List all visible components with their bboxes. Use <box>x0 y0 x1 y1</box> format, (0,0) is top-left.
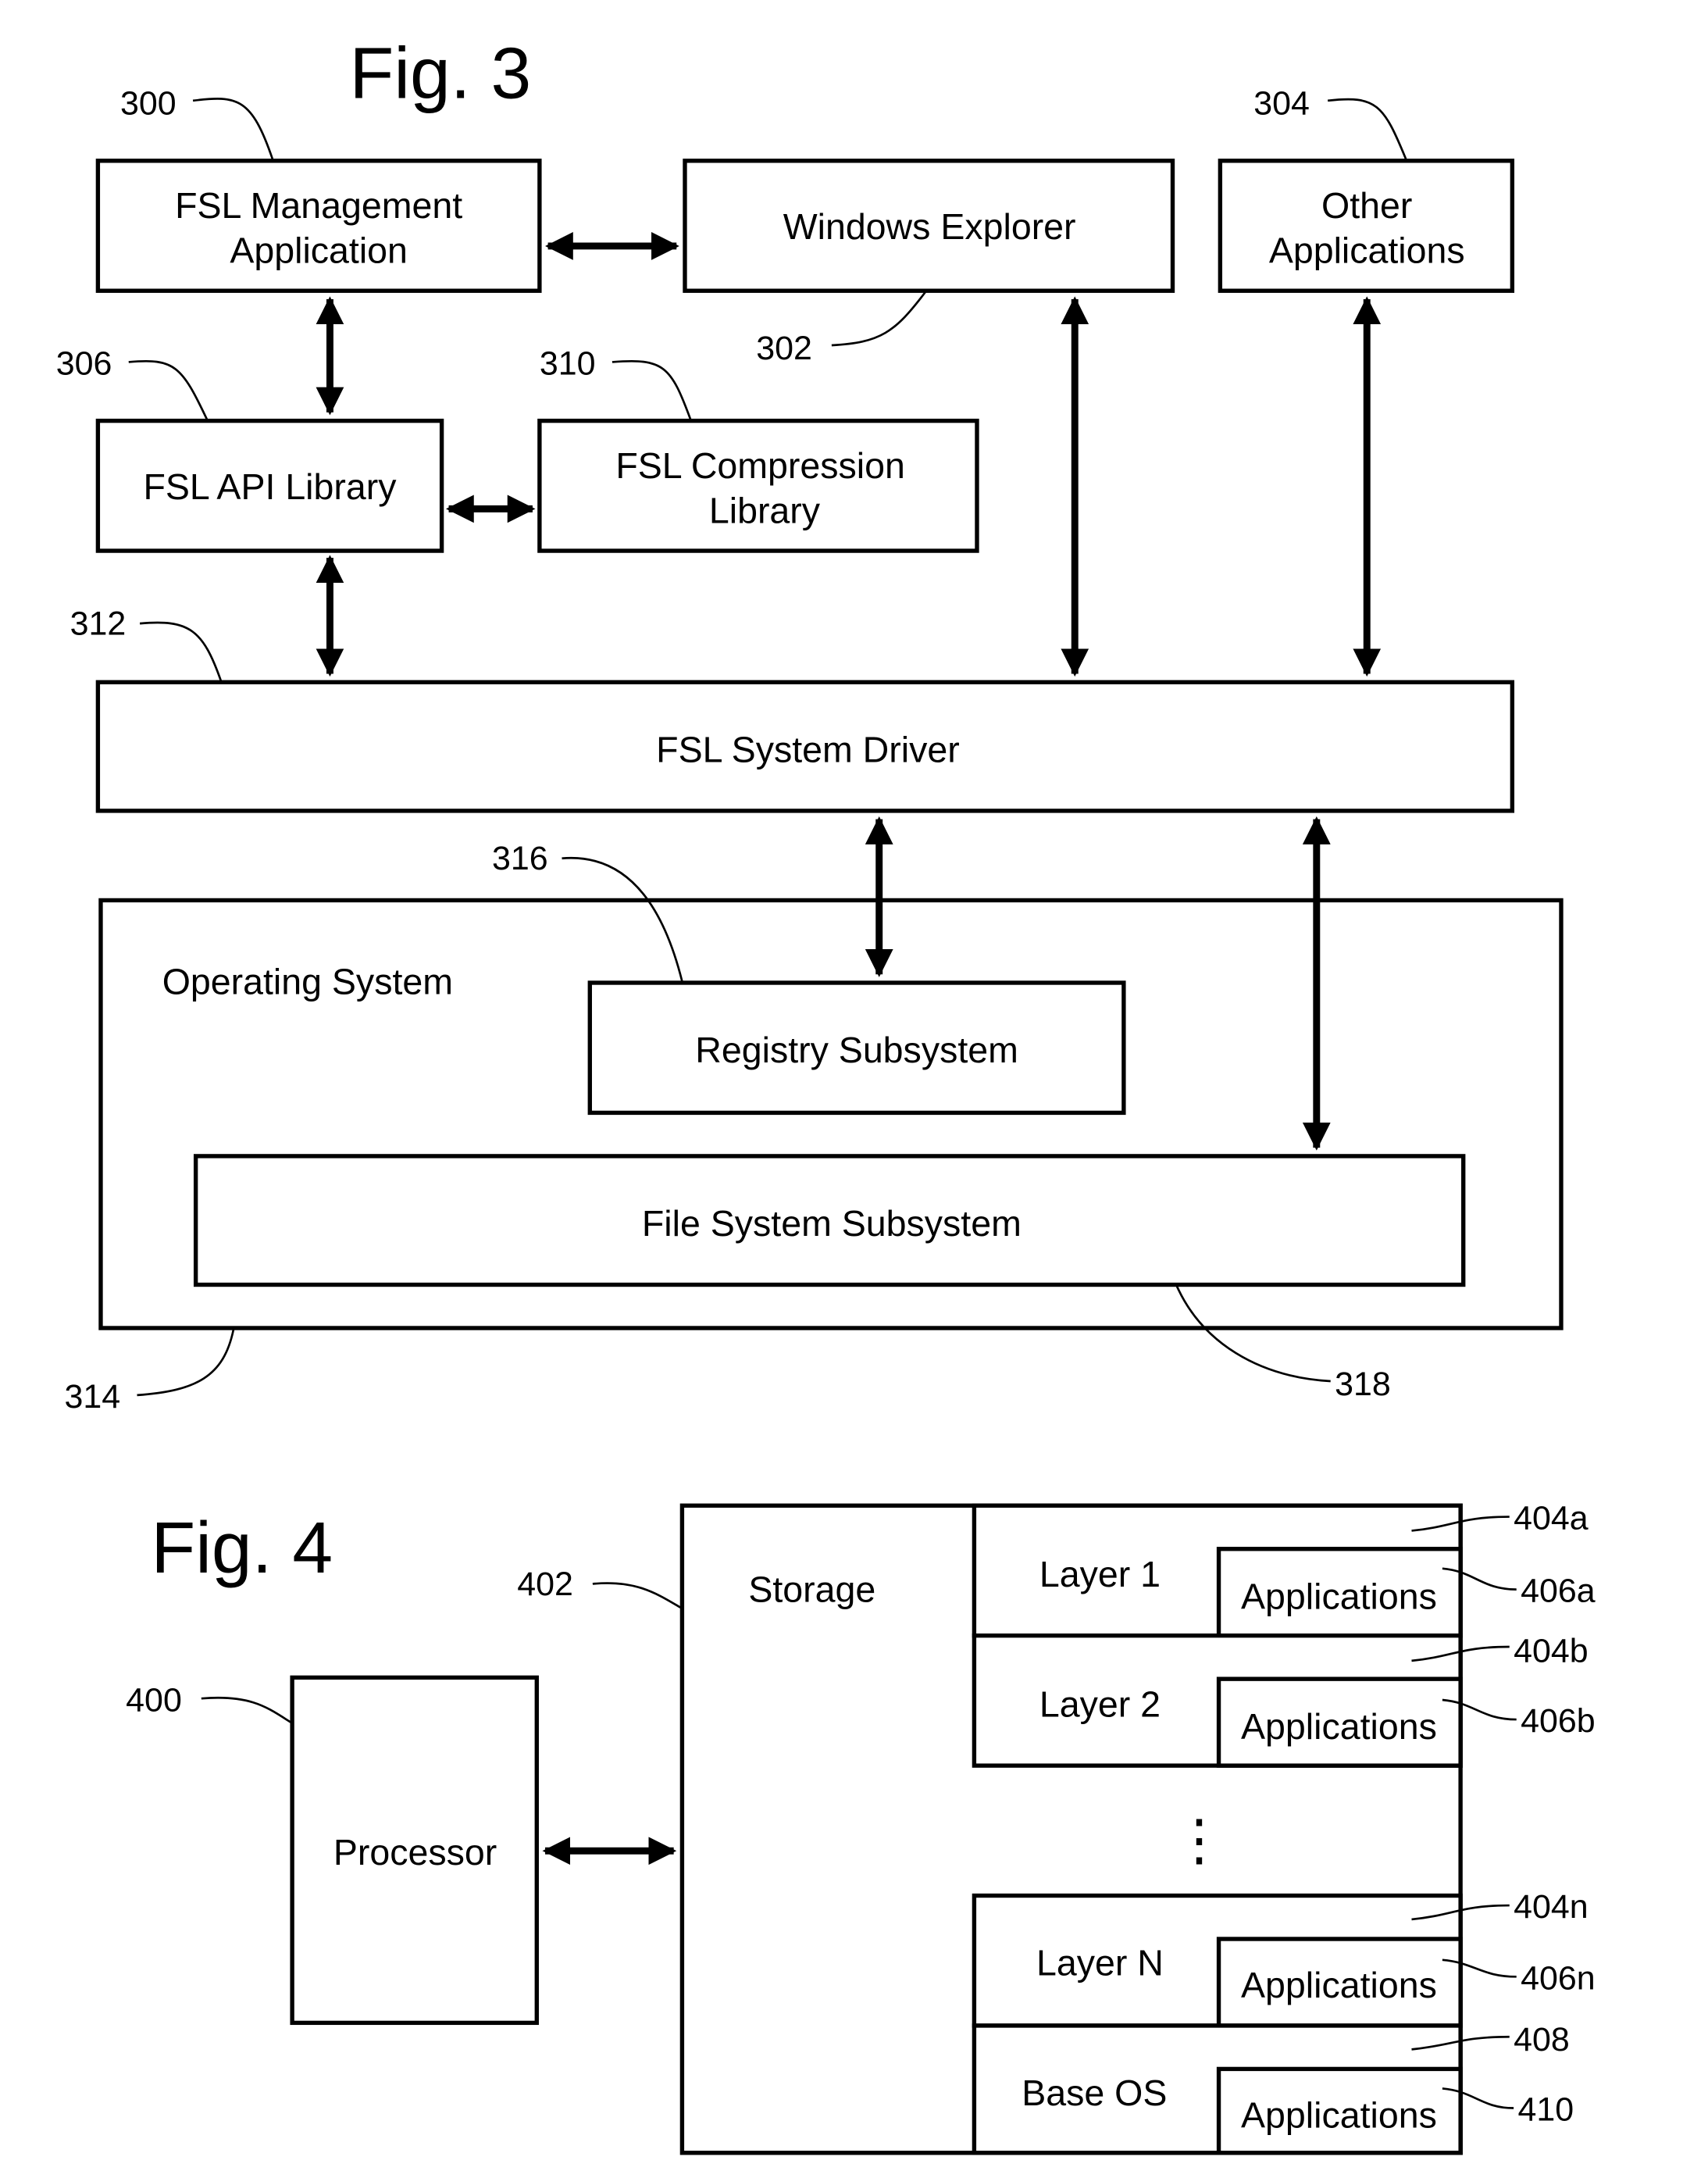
layer-1-applications-label: Applications <box>1241 1576 1437 1617</box>
leader-314 <box>137 1329 235 1397</box>
fsl-compression-library-box: FSL Compression Library <box>537 418 979 553</box>
figure-3: Fig. 3 FSL Management Application 300 Wi… <box>56 32 1564 1416</box>
windows-explorer-label: Windows Explorer <box>783 206 1076 247</box>
processor-box: Processor <box>290 1675 539 2026</box>
layer-n: Layer N Applications <box>972 1893 1463 2028</box>
ref-316: 316 <box>492 840 548 877</box>
fsl-system-driver-label: FSL System Driver <box>656 729 960 769</box>
ref-404a: 404a <box>1514 1500 1589 1537</box>
registry-subsystem-label: Registry Subsystem <box>695 1030 1018 1070</box>
ref-406a: 406a <box>1521 1573 1596 1610</box>
fsl-api-library-label: FSL API Library <box>143 466 397 507</box>
ref-402: 402 <box>517 1566 573 1603</box>
fig4-title: Fig. 4 <box>151 1507 333 1588</box>
patent-figures: Fig. 3 FSL Management Application 300 Wi… <box>56 32 1596 2155</box>
layer-1: Layer 1 Applications <box>972 1503 1463 1638</box>
registry-subsystem-box: Registry Subsystem <box>587 980 1126 1116</box>
ref-310: 310 <box>540 345 596 383</box>
base-os-label: Base OS <box>1022 2073 1167 2113</box>
leader-310 <box>612 359 692 420</box>
ref-302: 302 <box>756 330 812 367</box>
layer-2-applications-label: Applications <box>1241 1706 1437 1747</box>
leader-402 <box>592 1582 682 1609</box>
figure-4: Fig. 4 Processor 400 Storage 402 Layer 1… <box>126 1500 1596 2155</box>
fig3-title: Fig. 3 <box>349 32 531 113</box>
file-system-subsystem-box: File System Subsystem <box>193 1154 1466 1287</box>
fsl-management-label-2: Application <box>230 230 408 270</box>
layer-n-label: Layer N <box>1036 1943 1164 1983</box>
layer-2-label: Layer 2 <box>1039 1683 1161 1724</box>
fsl-compression-label-1: FSL Compression <box>615 445 905 486</box>
operating-system-label: Operating System <box>162 961 453 1002</box>
ref-314: 314 <box>64 1378 120 1416</box>
base-os-layer: Base OS Applications <box>972 2023 1463 2155</box>
layers-ellipsis: ⋮ <box>1171 1809 1228 1872</box>
processor-label: Processor <box>333 1832 497 1873</box>
fsl-system-driver-box: FSL System Driver <box>95 680 1515 813</box>
leader-400 <box>201 1696 292 1723</box>
file-system-subsystem-label: File System Subsystem <box>642 1203 1022 1244</box>
ref-404b: 404b <box>1514 1633 1589 1670</box>
ref-410: 410 <box>1518 2091 1574 2129</box>
ref-312: 312 <box>70 605 127 642</box>
leader-312 <box>139 621 223 681</box>
fsl-management-application-box: FSL Management Application <box>95 159 542 293</box>
fsl-management-label-1: FSL Management <box>175 185 462 226</box>
ref-318: 318 <box>1335 1366 1391 1403</box>
leader-300 <box>192 98 274 160</box>
ref-304: 304 <box>1253 85 1310 123</box>
fsl-compression-label-2: Library <box>709 490 821 530</box>
layer-1-label: Layer 1 <box>1039 1554 1161 1594</box>
ref-408: 408 <box>1514 2021 1570 2058</box>
storage-label: Storage <box>748 1569 875 1610</box>
leader-302 <box>831 291 926 347</box>
ref-400: 400 <box>126 1681 182 1719</box>
ref-404n: 404n <box>1514 1888 1589 1926</box>
other-applications-label-2: Applications <box>1269 230 1465 270</box>
ref-306: 306 <box>56 345 112 383</box>
ref-406n: 406n <box>1521 1959 1596 1997</box>
layer-n-applications-label: Applications <box>1241 1965 1437 2005</box>
leader-306 <box>128 359 209 420</box>
ref-406b: 406b <box>1521 1702 1596 1740</box>
ref-300: 300 <box>120 85 177 123</box>
other-applications-box: Other Applications <box>1218 159 1515 293</box>
leader-304 <box>1327 98 1407 160</box>
windows-explorer-box: Windows Explorer <box>683 159 1175 293</box>
layer-2: Layer 2 Applications <box>972 1634 1463 1768</box>
other-applications-label-1: Other <box>1321 185 1412 226</box>
base-os-applications-label: Applications <box>1241 2095 1437 2136</box>
fsl-api-library-box: FSL API Library <box>95 418 444 553</box>
